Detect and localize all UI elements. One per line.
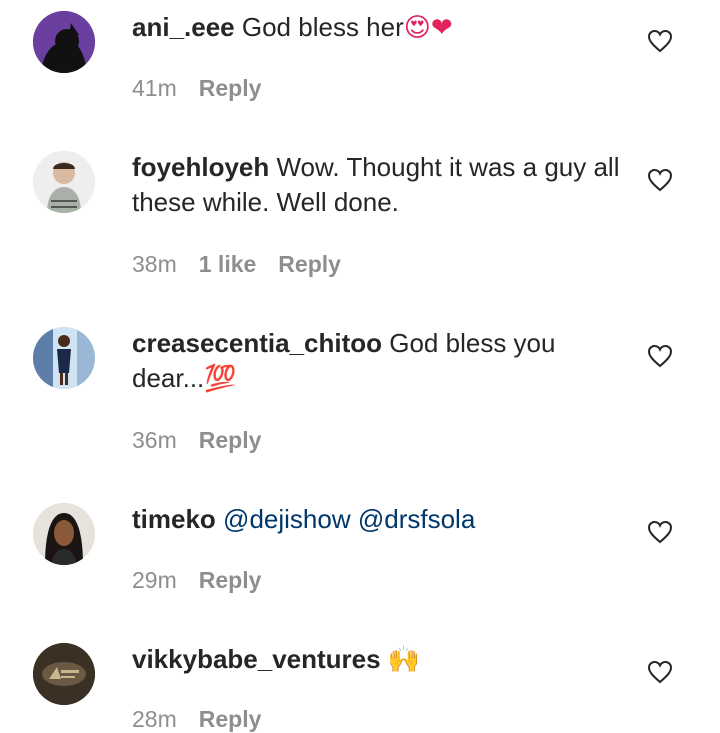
comment-body: vikkybabe_ventures 🙌 bbox=[132, 642, 622, 678]
comment-time: 29m bbox=[132, 567, 177, 593]
comment-username[interactable]: ani_.eee bbox=[132, 12, 235, 42]
comment-meta: 41m Reply bbox=[132, 75, 283, 102]
reply-button[interactable]: Reply bbox=[199, 706, 262, 732]
heart-outline-icon[interactable] bbox=[647, 520, 673, 544]
reply-button[interactable]: Reply bbox=[199, 567, 262, 593]
comment-time: 41m bbox=[132, 75, 177, 101]
reply-button[interactable]: Reply bbox=[199, 427, 262, 453]
heart-outline-icon[interactable] bbox=[647, 660, 673, 684]
avatar[interactable] bbox=[33, 327, 95, 389]
comment-meta: 29m Reply bbox=[132, 567, 283, 594]
reply-button[interactable]: Reply bbox=[199, 75, 262, 101]
mention-link[interactable]: @dejishow bbox=[223, 504, 351, 534]
comment-body: creasecentia_chitoo God bless you dear..… bbox=[132, 326, 622, 397]
comment-time: 28m bbox=[132, 706, 177, 732]
comment-username[interactable]: timeko bbox=[132, 504, 216, 534]
comment-username[interactable]: vikkybabe_ventures bbox=[132, 644, 381, 674]
comment-emoji: 💯 bbox=[204, 364, 237, 394]
avatar[interactable] bbox=[33, 503, 95, 565]
avatar[interactable] bbox=[33, 643, 95, 705]
comment-body: foyehloyeh Wow. Thought it was a guy all… bbox=[132, 150, 622, 220]
mention-link[interactable]: @drsfsola bbox=[358, 504, 475, 534]
comment-username[interactable]: foyehloyeh bbox=[132, 152, 269, 182]
likes-count[interactable]: 1 like bbox=[199, 251, 257, 277]
comment-time: 36m bbox=[132, 427, 177, 453]
comment-emoji: 🙌 bbox=[387, 645, 421, 675]
comment-body: timeko @dejishow @drsfsola bbox=[132, 502, 622, 537]
comment-username[interactable]: creasecentia_chitoo bbox=[132, 328, 382, 358]
comment-meta: 28m Reply bbox=[132, 706, 283, 733]
comment-meta: 36m Reply bbox=[132, 427, 283, 454]
avatar[interactable] bbox=[33, 151, 95, 213]
heart-outline-icon[interactable] bbox=[647, 168, 673, 192]
reply-button[interactable]: Reply bbox=[278, 251, 341, 277]
comment-body: ani_.eee God bless her😍❤ bbox=[132, 10, 622, 46]
heart-outline-icon[interactable] bbox=[647, 344, 673, 368]
comment-meta: 38m 1 like Reply bbox=[132, 251, 363, 278]
avatar[interactable] bbox=[33, 11, 95, 73]
heart-outline-icon[interactable] bbox=[647, 29, 673, 53]
comment-emoji: 😍❤ bbox=[403, 13, 453, 43]
comment-text: God bless her bbox=[241, 12, 404, 42]
comment-time: 38m bbox=[132, 251, 177, 277]
